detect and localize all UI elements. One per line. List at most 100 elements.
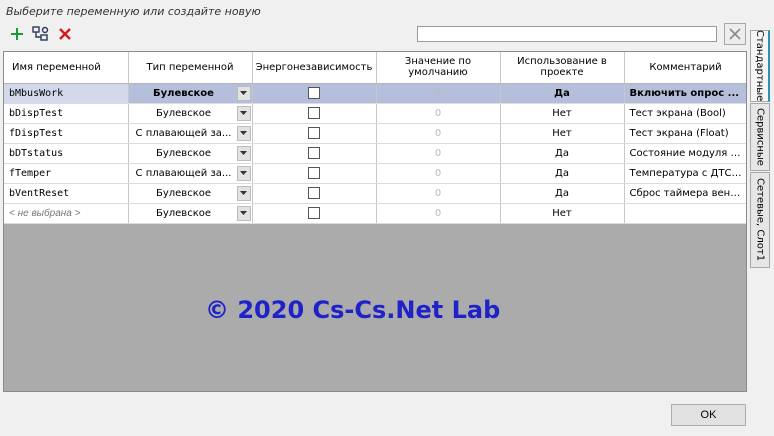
variable-type-cell[interactable]: Булевское [128,203,253,224]
usage-cell: Да [500,83,625,104]
table-header: Имя переменной Тип переменной Энергонеза… [4,52,746,84]
column-header-retain[interactable]: Энергонезависимость [252,52,377,84]
comment-cell[interactable]: Тест экрана (Bool) [624,103,746,124]
column-header-name[interactable]: Имя переменной [4,52,129,84]
variable-name-cell[interactable]: bDTstatus [4,143,129,164]
table-row[interactable]: bDispTest Булевское 0 Нет Тест экрана (Bool) [4,103,746,124]
retain-cell [252,183,377,204]
comment-cell[interactable]: Температура с ДТС,... [624,163,746,184]
add-variable-button[interactable] [8,25,26,43]
prompt-label: Выберите переменную или создайте новую [6,5,261,18]
default-value-cell[interactable]: 0 [376,143,501,164]
tab-standard[interactable]: Стандартные [750,30,770,102]
chevron-down-icon [240,211,247,215]
retain-checkbox[interactable] [308,127,320,139]
usage-cell: Нет [500,123,625,144]
variable-type-value: С плавающей за... [135,167,232,179]
variable-type-cell[interactable]: Булевское [128,183,253,204]
variable-name-cell[interactable]: bDispTest [4,103,129,124]
variable-type-cell[interactable]: С плавающей за... [128,123,253,144]
retain-checkbox[interactable] [308,107,320,119]
usage-cell: Нет [500,103,625,124]
variable-name-cell[interactable]: < не выбрана > [4,203,129,224]
chevron-down-icon [240,151,247,155]
default-value-cell[interactable]: 0 [376,123,501,144]
column-header-type[interactable]: Тип переменной [128,52,253,84]
variable-type-cell[interactable]: Булевское [128,103,253,124]
watermark: © 2020 Cs-Cs.Net Lab [205,296,501,324]
variable-type-value: Булевское [155,147,212,159]
chevron-down-icon [240,171,247,175]
clear-search-button[interactable] [724,23,746,45]
table-row[interactable]: bMbusWork Булевское 0 Да Включить опрос ... [4,83,746,104]
comment-cell[interactable]: Тест экрана (Float) [624,123,746,144]
variable-name-cell[interactable]: fDispTest [4,123,129,144]
variable-type-cell[interactable]: С плавающей за... [128,163,253,184]
link-variable-icon [32,26,49,41]
table-row[interactable]: fDispTest С плавающей за... 0 Нет Тест экран… [4,123,746,144]
retain-checkbox[interactable] [308,147,320,159]
default-value-cell[interactable]: 0 [376,163,501,184]
type-dropdown-button[interactable] [236,105,251,121]
type-dropdown-button[interactable] [236,165,251,181]
usage-cell: Да [500,183,625,204]
usage-cell: Да [500,143,625,164]
variable-type-cell[interactable]: Булевское [128,83,253,104]
retain-checkbox[interactable] [308,167,320,179]
column-header-usage[interactable]: Использование в проекте [500,52,625,84]
variable-name-cell[interactable]: bMbusWork [4,83,129,104]
ok-button[interactable]: OK [671,404,746,426]
retain-cell [252,143,377,164]
type-dropdown-button[interactable] [236,145,251,161]
delete-variable-button[interactable] [56,25,74,43]
type-dropdown-button[interactable] [236,85,251,101]
retain-checkbox[interactable] [308,207,320,219]
comment-cell[interactable]: Состояние модуля т... [624,143,746,164]
type-dropdown-button[interactable] [236,185,251,201]
column-header-default[interactable]: Значение по умолчанию [376,52,501,84]
variable-type-value: С плавающей за... [135,127,232,139]
column-header-comment[interactable]: Комментарий [624,52,746,84]
variable-type-value: Булевское [155,107,212,119]
comment-cell[interactable]: Включить опрос ... [624,83,746,104]
default-value-cell[interactable]: 0 [376,103,501,124]
retain-cell [252,123,377,144]
variable-type-cell[interactable]: Булевское [128,143,253,164]
variable-type-value: Булевское [153,87,214,99]
chevron-down-icon [240,91,247,95]
side-tabs: Стандартные Сервисные Сетевые, Слот1 [750,30,772,269]
table-row[interactable]: < не выбрана > Булевское 0 Нет [4,203,746,224]
link-variable-button[interactable] [32,25,50,43]
variable-name-cell[interactable]: bVentReset [4,183,129,204]
chevron-down-icon [240,191,247,195]
plus-icon [11,28,23,40]
comment-cell[interactable]: Сброс таймера вент... [624,183,746,204]
retain-checkbox[interactable] [308,187,320,199]
table-row[interactable]: bDTstatus Булевское 0 Да Состояние модуля т.… [4,143,746,164]
tab-label: Стандартные [754,30,765,102]
default-value-cell[interactable]: 0 [376,83,501,104]
default-value-cell[interactable]: 0 [376,203,501,224]
variable-name-cell[interactable]: fTemper [4,163,129,184]
table-row[interactable]: bVentReset Булевское 0 Да Сброс таймера вент… [4,183,746,204]
variable-type-value: Булевское [155,207,212,219]
chevron-down-icon [240,111,247,115]
retain-cell [252,163,377,184]
retain-cell [252,103,377,124]
retain-checkbox[interactable] [308,87,320,99]
retain-cell [252,83,377,104]
tab-service[interactable]: Сервисные [750,103,770,171]
type-dropdown-button[interactable] [236,205,251,221]
comment-cell[interactable] [624,203,746,224]
retain-cell [252,203,377,224]
tab-network-slot1[interactable]: Сетевые, Слот1 [750,172,770,268]
tab-label: Сетевые, Слот1 [754,178,766,262]
delete-icon [59,28,71,40]
default-value-cell[interactable]: 0 [376,183,501,204]
usage-cell: Нет [500,203,625,224]
type-dropdown-button[interactable] [236,125,251,141]
close-icon [729,28,741,40]
search-input[interactable] [417,26,717,42]
tab-label: Сервисные [754,108,766,166]
table-row[interactable]: fTemper С плавающей за... 0 Да Температура с… [4,163,746,184]
